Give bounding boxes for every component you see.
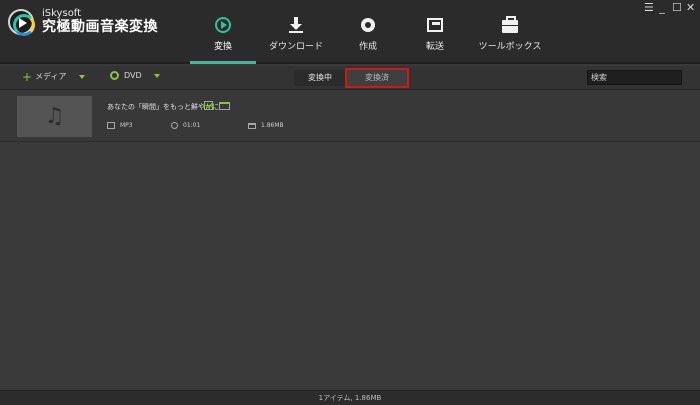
menu-icon[interactable]: ☰	[644, 2, 654, 14]
dvd-label: DVD	[124, 71, 142, 80]
status-summary: 1アイテム, 1.86MB	[318, 394, 382, 402]
brand-title: 究極動画音楽変換	[42, 19, 158, 35]
add-media-button[interactable]: + メディア	[22, 69, 85, 84]
nav-tab-label: 変換	[213, 42, 232, 52]
transfer-icon	[426, 16, 444, 34]
nav-tab-transfer[interactable]: 転送	[400, 0, 470, 64]
file-name: あなたの「瞬間」をもっと鮮やかに	[107, 103, 219, 111]
edit-icon[interactable]	[204, 101, 213, 110]
app-logo-icon	[8, 9, 35, 36]
dvd-icon	[110, 71, 119, 80]
file-format: MP3	[107, 122, 133, 129]
convert-icon	[214, 16, 232, 34]
file-duration-value: 01:01	[183, 122, 201, 129]
file-size-value: 1.86MB	[261, 122, 284, 129]
burn-icon	[359, 16, 377, 34]
add-media-label: メディア	[35, 72, 67, 81]
close-icon[interactable]: ✕	[686, 2, 695, 14]
main-nav: 変換 ダウンロード 作成 転送 ツールボックス	[190, 0, 550, 64]
minimize-icon[interactable]: _	[658, 2, 666, 14]
nav-tab-burn[interactable]: 作成	[336, 0, 400, 64]
file-format-value: MP3	[120, 122, 133, 129]
status-bar: 1アイテム, 1.86MB	[0, 390, 700, 405]
folder-icon[interactable]	[219, 102, 230, 110]
tab-converting[interactable]: 変換中	[294, 70, 346, 86]
folder-size-icon	[248, 122, 256, 129]
chevron-down-icon[interactable]	[78, 74, 85, 79]
film-icon	[107, 122, 115, 129]
nav-tab-download[interactable]: ダウンロード	[256, 0, 336, 64]
media-thumbnail[interactable]: ♫	[17, 96, 92, 137]
plus-icon: +	[22, 69, 33, 84]
download-icon	[287, 16, 305, 34]
brand-subtitle: iSkysoft	[42, 8, 82, 19]
tab-converted[interactable]: 変換済	[345, 68, 409, 88]
nav-tab-convert[interactable]: 変換	[190, 0, 256, 64]
maximize-icon[interactable]: ☐	[672, 2, 682, 14]
nav-tab-toolbox[interactable]: ツールボックス	[470, 0, 550, 64]
nav-tab-label: ダウンロード	[268, 42, 323, 52]
nav-tab-label: 転送	[425, 42, 444, 52]
search-input[interactable]	[587, 70, 682, 85]
list-item[interactable]: ♫ あなたの「瞬間」をもっと鮮やかに MP3 01:01 1.86MB	[0, 91, 700, 142]
nav-tab-label: ツールボックス	[478, 42, 542, 52]
file-size: 1.86MB	[248, 122, 284, 129]
toolbox-icon	[501, 16, 519, 34]
app-header: iSkysoft 究極動画音楽変換 変換 ダウンロード 作成 転送 ツールボック…	[0, 0, 700, 64]
brand-text: iSkysoft 究極動画音楽変換	[42, 8, 158, 36]
window-controls: ☰ _ ☐ ✕	[644, 2, 695, 14]
brand: iSkysoft 究極動画音楽変換	[8, 8, 158, 36]
clock-icon	[171, 122, 178, 129]
load-dvd-button[interactable]: DVD	[110, 71, 160, 80]
chevron-down-icon[interactable]	[153, 73, 160, 78]
music-note-icon: ♫	[44, 103, 65, 129]
nav-tab-label: 作成	[358, 42, 377, 52]
file-duration: 01:01	[171, 122, 200, 129]
